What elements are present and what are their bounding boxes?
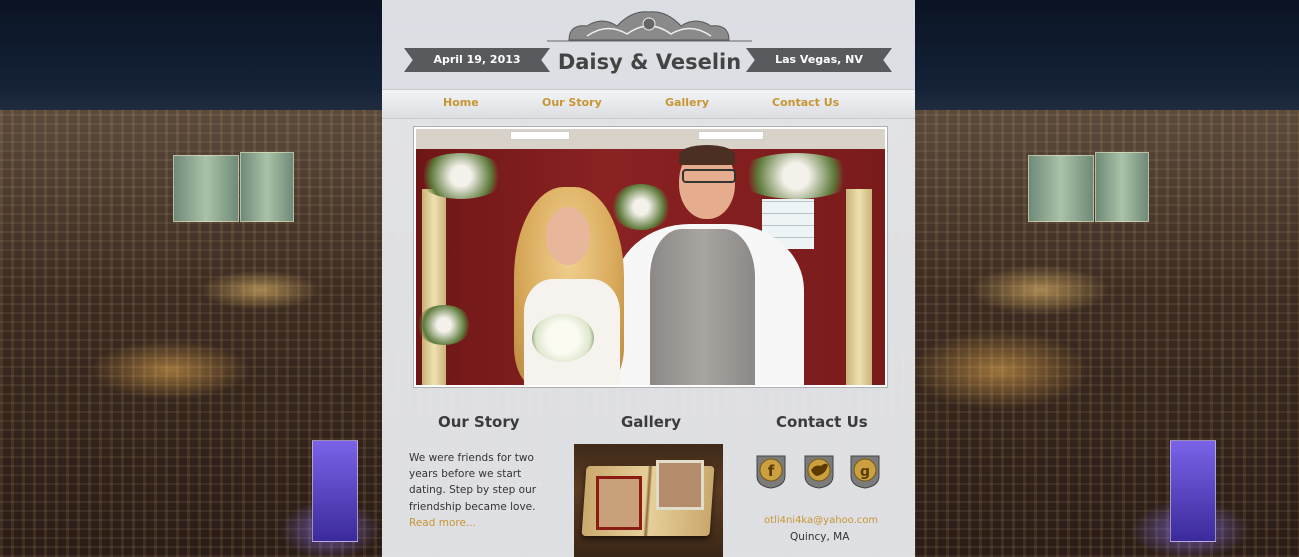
- nav-home[interactable]: Home: [443, 96, 479, 109]
- read-more-link[interactable]: Read more...: [409, 517, 476, 529]
- date-ribbon: April 19, 2013: [404, 48, 550, 72]
- wedding-photo: [414, 127, 887, 387]
- hotel-tower: [1095, 152, 1149, 222]
- hotel-tower: [173, 155, 239, 222]
- nav-gallery[interactable]: Gallery: [665, 96, 709, 109]
- svg-text:f: f: [768, 462, 775, 480]
- gallery-heading: Gallery: [621, 413, 682, 431]
- nav-our-story[interactable]: Our Story: [542, 96, 602, 109]
- svg-text:g: g: [860, 464, 870, 480]
- hotel-tower: [1028, 155, 1094, 222]
- facebook-icon[interactable]: f: [753, 452, 789, 490]
- contact-email-link[interactable]: otli4ni4ka@yahoo.com: [764, 515, 878, 526]
- nav-contact-us[interactable]: Contact Us: [772, 96, 839, 109]
- contact-us-heading: Contact Us: [776, 413, 868, 431]
- location-ribbon: Las Vegas, NV: [746, 48, 892, 72]
- twitter-icon[interactable]: [801, 452, 837, 490]
- our-story-heading: Our Story: [438, 413, 520, 431]
- our-story-body: We were friends for two years before we …: [409, 452, 537, 513]
- neon-sign: [1170, 440, 1216, 542]
- contact-city: Quincy, MA: [790, 531, 850, 543]
- our-story-text: We were friends for two years before we …: [409, 450, 541, 531]
- google-plus-icon[interactable]: g: [847, 452, 883, 490]
- header-ornament: [547, 11, 752, 42]
- gallery-thumbnail[interactable]: [574, 444, 723, 557]
- neon-sign: [312, 440, 358, 542]
- couple-title: Daisy & Veselin: [557, 50, 742, 74]
- hotel-tower: [240, 152, 294, 222]
